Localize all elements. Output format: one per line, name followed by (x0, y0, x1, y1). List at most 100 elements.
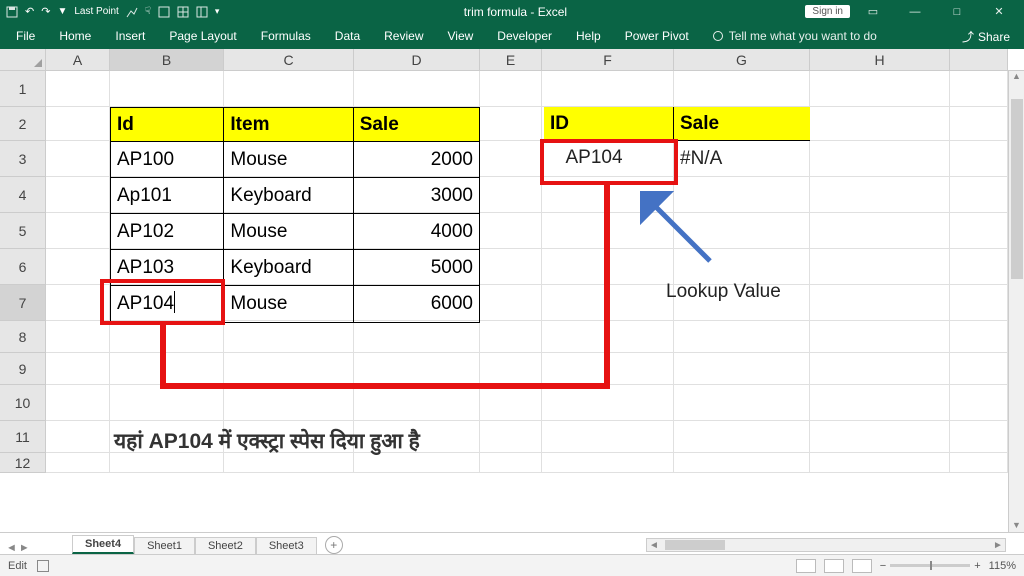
row-header-10[interactable]: 10 (0, 385, 46, 421)
sheet-nav[interactable]: ◄ ► (0, 542, 72, 554)
cell-d6[interactable]: 5000 (354, 250, 479, 286)
minimize-button[interactable]: — (896, 6, 934, 18)
table1-header-item[interactable]: Item (224, 108, 353, 142)
select-all-corner[interactable] (0, 49, 46, 70)
horizontal-scrollbar[interactable]: ◄ ► (646, 538, 1006, 552)
signin-button[interactable]: Sign in (805, 5, 850, 18)
redo-icon[interactable]: ↷ (41, 5, 50, 18)
col-header-c[interactable]: C (224, 49, 354, 70)
normal-view-button[interactable] (796, 559, 816, 573)
col-header-b[interactable]: B (110, 49, 224, 70)
add-sheet-button[interactable]: + (325, 536, 343, 554)
row-header-4[interactable]: 4 (0, 177, 46, 213)
undo-icon[interactable]: ↶ (25, 5, 34, 18)
row-header-12[interactable]: 12 (0, 453, 46, 473)
zoom-out-icon[interactable]: − (880, 560, 886, 572)
sheet-tab-sheet4[interactable]: Sheet4 (72, 535, 134, 554)
vertical-scrollbar[interactable]: ▲ ▼ (1008, 71, 1024, 532)
tell-me-search[interactable]: Tell me what you want to do (713, 29, 877, 43)
tab-home[interactable]: Home (47, 24, 103, 48)
scroll-down-icon[interactable]: ▼ (1009, 520, 1024, 530)
touch-mode-icon[interactable]: ☟ (145, 6, 151, 17)
hscroll-thumb[interactable] (665, 540, 725, 550)
cell-g3[interactable]: #N/A (674, 141, 810, 177)
row-header-9[interactable]: 9 (0, 353, 46, 385)
filter-icon[interactable]: ▼ (57, 6, 67, 17)
sheet-nav-prev-icon[interactable]: ◄ (6, 542, 17, 554)
window-title: trim formula - Excel (225, 5, 805, 19)
row-header-2[interactable]: 2 (0, 107, 46, 141)
tab-power-pivot[interactable]: Power Pivot (613, 24, 701, 48)
zoom-level[interactable]: 115% (989, 560, 1016, 572)
tell-me-label: Tell me what you want to do (729, 29, 877, 43)
worksheet-grid[interactable]: 1 2 3 #N/A 4 5 6 7 8 9 10 11 12 Id Item S… (0, 71, 1024, 532)
macro-record-icon[interactable] (37, 560, 49, 572)
tab-page-layout[interactable]: Page Layout (157, 24, 248, 48)
cell-c7[interactable]: Mouse (224, 286, 353, 322)
row-header-3[interactable]: 3 (0, 141, 46, 177)
row-header-5[interactable]: 5 (0, 213, 46, 249)
connector-2 (160, 383, 610, 389)
row-header-8[interactable]: 8 (0, 321, 46, 353)
table-icon[interactable] (177, 6, 189, 18)
qat-more-icon[interactable]: ▾ (215, 6, 220, 17)
cell-b4[interactable]: Ap101 (111, 178, 224, 214)
tab-file[interactable]: File (4, 24, 47, 48)
sheet-tab-sheet2[interactable]: Sheet2 (195, 537, 256, 554)
page-layout-view-button[interactable] (824, 559, 844, 573)
row-header-6[interactable]: 6 (0, 249, 46, 285)
scrollbar-thumb[interactable] (1011, 99, 1023, 279)
share-button[interactable]: ⤴Share (962, 28, 1010, 45)
col-header-e[interactable]: E (480, 49, 542, 70)
cell-d7[interactable]: 6000 (354, 286, 479, 322)
col-header-extra[interactable] (950, 49, 1008, 70)
zoom-slider[interactable]: − + (880, 560, 981, 572)
cell-d4[interactable]: 3000 (354, 178, 479, 214)
tab-insert[interactable]: Insert (103, 24, 157, 48)
ribbon-display-options-icon[interactable]: ▭ (854, 5, 892, 18)
cell-c5[interactable]: Mouse (224, 214, 353, 250)
tab-help[interactable]: Help (564, 24, 613, 48)
table2-header-sale[interactable]: Sale (674, 107, 810, 141)
table1-header-sale[interactable]: Sale (354, 108, 479, 142)
tab-data[interactable]: Data (323, 24, 372, 48)
cell-d5[interactable]: 4000 (354, 214, 479, 250)
cell-c4[interactable]: Keyboard (224, 178, 353, 214)
zoom-in-icon[interactable]: + (974, 560, 980, 572)
col-header-h[interactable]: H (810, 49, 950, 70)
chart-icon[interactable] (126, 6, 138, 18)
row-header-1[interactable]: 1 (0, 71, 46, 107)
scroll-right-icon[interactable]: ► (991, 540, 1005, 551)
maximize-button[interactable]: □ (938, 6, 976, 18)
col-header-d[interactable]: D (354, 49, 480, 70)
tab-formulas[interactable]: Formulas (249, 24, 323, 48)
close-button[interactable]: ✕ (980, 5, 1018, 18)
cell-b3[interactable]: AP100 (111, 142, 224, 178)
cell-b5[interactable]: AP102 (111, 214, 224, 250)
table1-header-id[interactable]: Id (111, 108, 224, 142)
save-icon[interactable] (6, 6, 18, 18)
sheet-tab-sheet1[interactable]: Sheet1 (134, 537, 195, 554)
cell-d3[interactable]: 2000 (354, 142, 479, 178)
col-header-g[interactable]: G (674, 49, 810, 70)
col-header-a[interactable]: A (46, 49, 110, 70)
page-break-view-button[interactable] (852, 559, 872, 573)
cell-c3[interactable]: Mouse (224, 142, 353, 178)
extra-space-note: यहां AP104 में एक्स्ट्रा स्पेस दिया हुआ … (114, 427, 420, 455)
table2-header-id[interactable]: ID (544, 107, 674, 141)
row-header-11[interactable]: 11 (0, 421, 46, 453)
sheet-nav-next-icon[interactable]: ► (19, 542, 30, 554)
scroll-left-icon[interactable]: ◄ (647, 540, 661, 551)
cell-c6[interactable]: Keyboard (224, 250, 353, 286)
tab-review[interactable]: Review (372, 24, 435, 48)
connector-3 (604, 185, 610, 389)
sheet-tab-sheet3[interactable]: Sheet3 (256, 537, 317, 554)
scroll-up-icon[interactable]: ▲ (1009, 71, 1024, 81)
tab-developer[interactable]: Developer (485, 24, 564, 48)
qat-label: Last Point (74, 6, 118, 17)
row-header-7[interactable]: 7 (0, 285, 46, 321)
tab-view[interactable]: View (436, 24, 486, 48)
border-icon[interactable] (158, 6, 170, 18)
col-header-f[interactable]: F (542, 49, 674, 70)
pivot-icon[interactable] (196, 6, 208, 18)
